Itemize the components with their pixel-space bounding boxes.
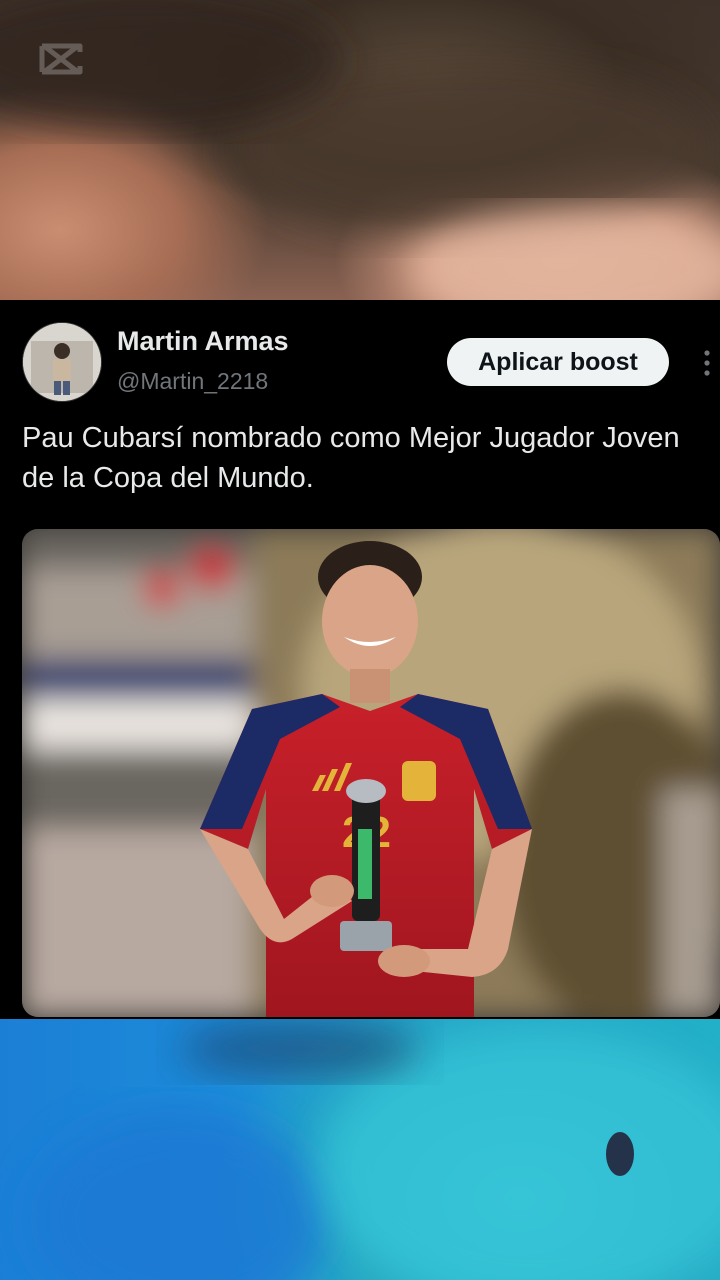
player-trophy-photo: 22 bbox=[22, 529, 720, 1017]
blur-overlay-bottom bbox=[30, 1019, 720, 1280]
tweet-media-image[interactable]: 22 bbox=[22, 529, 720, 1017]
more-options-icon[interactable] bbox=[700, 348, 714, 378]
author-handle[interactable]: @Martin_2218 bbox=[117, 368, 268, 395]
tweet-text: Pau Cubarsí nombrado como Mejor Jugador … bbox=[22, 422, 680, 494]
apply-boost-button[interactable]: Aplicar boost bbox=[447, 338, 669, 386]
video-top-blurred bbox=[0, 0, 720, 300]
video-bottom-blurred bbox=[0, 1019, 720, 1280]
blur-overlay bbox=[0, 0, 720, 300]
author-name[interactable]: Martin Armas bbox=[117, 326, 289, 357]
avatar-person-icon bbox=[23, 323, 101, 401]
author-avatar[interactable] bbox=[22, 322, 102, 402]
tweet-card[interactable]: Martin Armas @Martin_2218 Aplicar boost … bbox=[0, 300, 720, 1019]
